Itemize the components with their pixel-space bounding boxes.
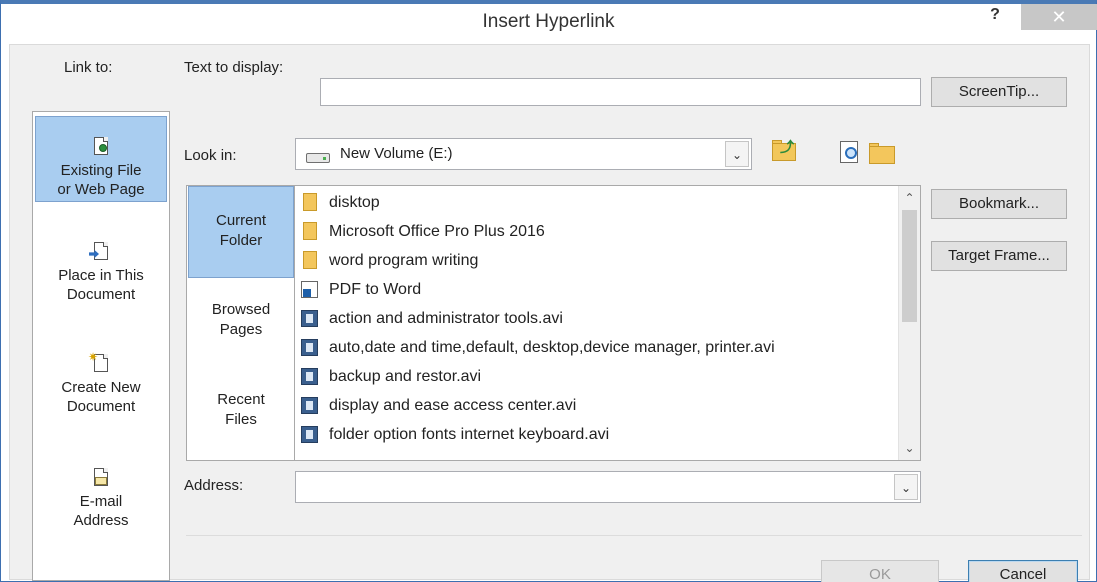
title-bar: Insert Hyperlink ? ✕ (1, 4, 1097, 44)
ok-button[interactable]: OK (821, 560, 939, 582)
link-to-create-new-document[interactable]: ✷ Create New Document (35, 351, 167, 424)
place-recent-files-line2: Files (225, 411, 257, 428)
link-to-email-line2: Address (73, 512, 129, 529)
place-recent-files-line1: Recent (217, 391, 265, 408)
file-list: disktop Microsoft Office Pro Plus 2016 w… (294, 185, 921, 461)
dialog-body: Link to: Existing File or Web Page Place… (9, 44, 1090, 582)
video-file-icon (301, 397, 318, 414)
link-to-email-line1: E-mail (79, 493, 123, 510)
file-name: Microsoft Office Pro Plus 2016 (329, 223, 545, 240)
place-browsed-pages[interactable]: Browsed Pages (188, 300, 294, 360)
bookmark-button[interactable]: Bookmark... (931, 189, 1067, 219)
address-combobox[interactable]: ⌄ (295, 471, 921, 503)
link-to-place-in-document[interactable]: Place in This Document (35, 242, 167, 312)
file-list-item[interactable]: Microsoft Office Pro Plus 2016 (295, 217, 895, 246)
link-to-panel: Existing File or Web Page Place in This … (32, 111, 170, 581)
look-in-dropdown[interactable]: New Volume (E:) ⌄ (295, 138, 752, 170)
address-dropdown-arrow[interactable]: ⌄ (894, 474, 918, 500)
file-name: PDF to Word (329, 281, 422, 298)
text-to-display-label: Text to display: (184, 59, 284, 76)
browse-file-button[interactable] (868, 139, 896, 167)
look-in-value: New Volume (E:) (340, 145, 453, 162)
shortcut-icon (301, 281, 318, 298)
link-to-place-line1: Place in This (58, 267, 144, 284)
file-list-item[interactable]: folder option fonts internet keyboard.av… (295, 420, 895, 449)
file-list-item[interactable]: word program writing (295, 246, 895, 275)
link-to-existing-file-line2: or Web Page (57, 181, 145, 198)
place-current-folder-line1: Current (215, 212, 267, 229)
scroll-up-icon[interactable]: ⌃ (899, 188, 920, 208)
file-name: display and ease access center.avi (329, 397, 577, 414)
link-to-place-line2: Document (66, 286, 136, 303)
video-file-icon (301, 339, 318, 356)
file-list-scrollbar[interactable]: ⌃ ⌄ (898, 186, 920, 460)
file-name: word program writing (329, 252, 479, 269)
file-list-item[interactable]: backup and restor.avi (295, 362, 895, 391)
link-to-email-address[interactable]: E-mail Address (35, 468, 167, 538)
link-to-existing-file[interactable]: Existing File or Web Page (35, 116, 167, 202)
footer-separator (186, 535, 1082, 536)
look-in-dropdown-arrow[interactable]: ⌄ (725, 141, 749, 167)
video-file-icon (301, 368, 318, 385)
open-folder-icon (869, 146, 895, 164)
place-in-document-icon (89, 242, 111, 264)
file-name: folder option fonts internet keyboard.av… (329, 426, 610, 443)
file-name: backup and restor.avi (329, 368, 482, 385)
folder-icon (303, 251, 317, 269)
file-list-item[interactable]: auto,date and time,default, desktop,devi… (295, 333, 895, 362)
place-current-folder[interactable]: Current Folder (188, 186, 294, 278)
file-list-item[interactable]: display and ease access center.avi (295, 391, 895, 420)
help-button[interactable]: ? (986, 6, 1004, 32)
link-to-create-line1: Create New (61, 379, 141, 396)
file-name: action and administrator tools.avi (329, 310, 563, 327)
video-file-icon (301, 426, 318, 443)
folder-icon (303, 193, 317, 211)
screentip-button[interactable]: ScreenTip... (931, 77, 1067, 107)
link-to-label: Link to: (64, 59, 113, 76)
file-list-item[interactable]: disktop (295, 188, 895, 217)
browse-web-button[interactable] (836, 139, 864, 167)
place-browsed-pages-line1: Browsed (211, 301, 271, 318)
address-label: Address: (184, 477, 244, 494)
places-bar: Current Folder Browsed Pages Recent File… (186, 185, 294, 461)
file-list-item[interactable]: action and administrator tools.avi (295, 304, 895, 333)
web-page-icon (91, 137, 111, 159)
place-current-folder-line2: Folder (219, 232, 263, 249)
file-name: auto,date and time,default, desktop,devi… (329, 339, 775, 356)
email-icon (91, 468, 111, 490)
place-recent-files[interactable]: Recent Files (188, 390, 294, 450)
place-browsed-pages-line2: Pages (219, 321, 263, 338)
scroll-down-icon[interactable]: ⌄ (899, 438, 920, 458)
link-to-existing-file-line1: Existing File (60, 162, 142, 179)
folder-icon (303, 222, 317, 240)
target-frame-button[interactable]: Target Frame... (931, 241, 1067, 271)
link-to-create-line2: Document (66, 398, 136, 415)
text-to-display-input[interactable] (320, 78, 921, 106)
file-name: disktop (329, 194, 380, 211)
scroll-thumb[interactable] (902, 210, 917, 322)
new-document-icon: ✷ (88, 351, 111, 376)
drive-icon (306, 153, 330, 163)
file-list-item[interactable]: PDF to Word (295, 275, 895, 304)
insert-hyperlink-dialog: Insert Hyperlink ? ✕ Link to: Existing F… (0, 0, 1097, 582)
look-in-label: Look in: (184, 147, 237, 164)
close-button[interactable]: ✕ (1021, 4, 1097, 30)
cancel-button[interactable]: Cancel (968, 560, 1078, 582)
video-file-icon (301, 310, 318, 327)
up-one-folder-button[interactable]: ⤴ (770, 137, 798, 165)
dialog-title: Insert Hyperlink (482, 11, 615, 32)
